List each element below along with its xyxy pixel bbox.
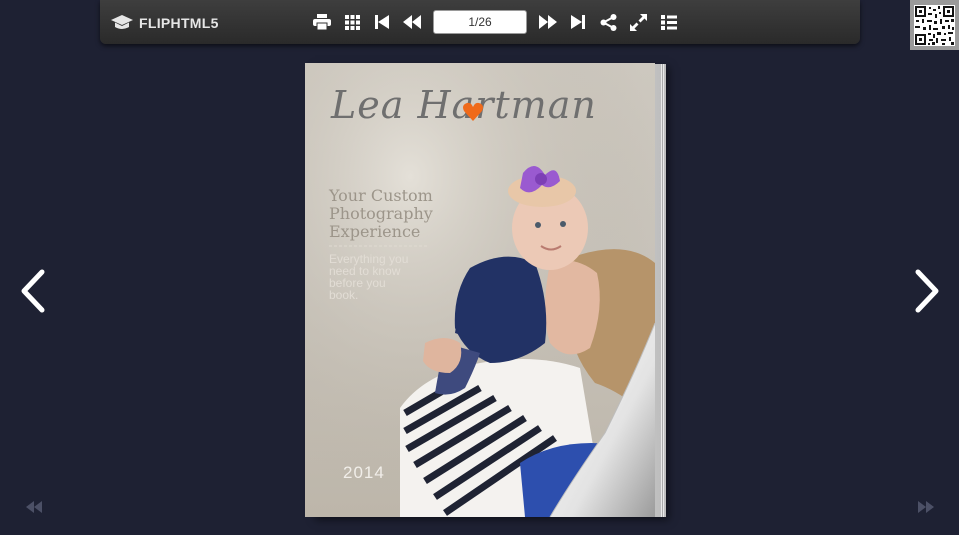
grid-icon <box>344 14 360 30</box>
last-page-arrow[interactable] <box>918 500 934 513</box>
list-icon <box>661 14 677 30</box>
first-page-arrow[interactable] <box>26 500 42 513</box>
double-chevron-left-icon <box>26 501 42 513</box>
top-toolbar: FLIPHTML5 1/26 <box>100 0 860 44</box>
page-curl-corner[interactable] <box>305 63 655 517</box>
logo-text: FLIPHTML5 <box>139 15 219 31</box>
next-page-arrow[interactable] <box>910 268 944 314</box>
qr-code-button[interactable] <box>910 0 959 50</box>
expand-icon <box>629 13 647 31</box>
print-button[interactable] <box>311 11 333 33</box>
chevron-right-icon <box>915 269 939 313</box>
qr-code-icon <box>914 4 955 46</box>
fullscreen-button[interactable] <box>627 11 649 33</box>
next-page-button[interactable] <box>537 11 559 33</box>
page-number-input[interactable]: 1/26 <box>433 10 527 34</box>
first-page-icon <box>375 15 389 29</box>
share-button[interactable] <box>597 11 619 33</box>
book-cover-page[interactable]: Lea Hartman Your Custom Photography Expe… <box>305 63 655 517</box>
fliphtml5-logo[interactable]: FLIPHTML5 <box>110 12 219 34</box>
double-chevron-right-icon <box>918 501 934 513</box>
last-page-button[interactable] <box>567 11 589 33</box>
rewind-icon <box>403 15 421 29</box>
first-page-button[interactable] <box>371 11 393 33</box>
graduation-cap-icon <box>111 15 133 29</box>
previous-page-button[interactable] <box>401 11 423 33</box>
print-icon <box>313 14 331 30</box>
table-of-contents-button[interactable] <box>658 11 680 33</box>
fast-forward-icon <box>539 15 557 29</box>
share-icon <box>600 13 616 31</box>
previous-page-arrow[interactable] <box>16 268 50 314</box>
chevron-left-icon <box>21 269 45 313</box>
last-page-icon <box>571 15 585 29</box>
thumbnails-button[interactable] <box>341 11 363 33</box>
